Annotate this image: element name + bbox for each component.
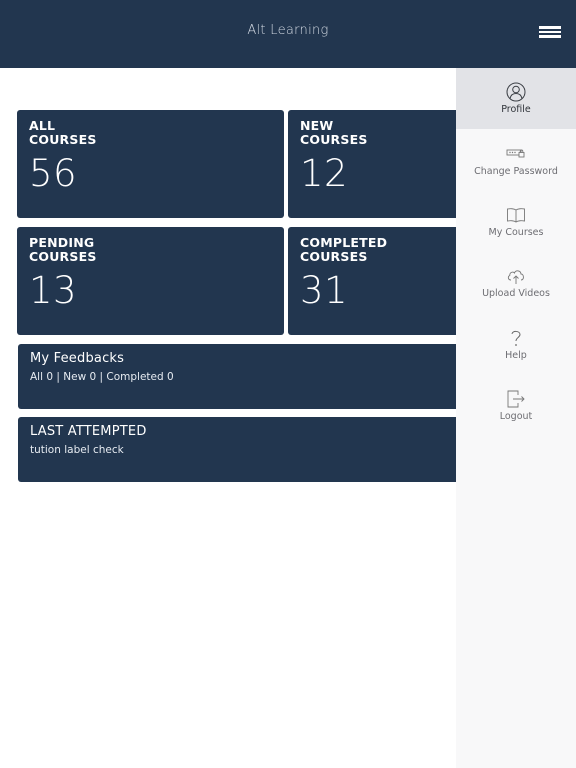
completed-courses-count: 31 <box>300 269 349 312</box>
sidebar-item-label: Logout <box>499 411 533 422</box>
last-attempted-title: LAST ATTEMPTED <box>30 424 147 439</box>
sidebar-item-label: Help <box>505 350 527 361</box>
feedbacks-summary: All 0 | New 0 | Completed 0 <box>30 371 174 383</box>
my-feedbacks-card[interactable]: My Feedbacks All 0 | New 0 | Completed 0 <box>18 344 456 409</box>
new-courses-count: 12 <box>300 152 349 195</box>
pending-courses-label: PENDING COURSES <box>29 235 97 264</box>
sidebar-item-profile[interactable]: Profile <box>456 68 576 129</box>
sidebar-item-upload-videos[interactable]: Upload Videos <box>456 252 576 313</box>
sidebar-item-logout[interactable]: Logout <box>456 375 576 436</box>
pending-courses-count: 13 <box>29 269 78 312</box>
sidebar-item-my-courses[interactable]: My Courses <box>456 191 576 252</box>
password-icon <box>506 149 525 158</box>
dashboard: ALL COURSES 56 NEW COURSES 12 PENDING COURS… <box>0 68 456 768</box>
side-menu: Profile Change Password My Courses Uploa… <box>456 68 576 768</box>
completed-courses-label: COMPLETED COURSES <box>300 235 388 264</box>
last-attempted-card[interactable]: LAST ATTEMPTED tution label check <box>18 417 456 482</box>
all-courses-count: 56 <box>29 152 78 195</box>
pending-courses-card[interactable]: PENDING COURSES 13 <box>17 227 284 335</box>
help-icon <box>511 330 521 346</box>
profile-icon <box>506 82 526 102</box>
all-courses-card[interactable]: ALL COURSES 56 <box>17 110 284 218</box>
completed-courses-card[interactable]: COMPLETED COURSES 31 <box>288 227 456 335</box>
sidebar-item-label: Change Password <box>474 166 558 177</box>
all-courses-label: ALL COURSES <box>29 118 97 147</box>
new-courses-card[interactable]: NEW COURSES 12 <box>288 110 456 218</box>
hamburger-menu-icon[interactable] <box>539 25 561 39</box>
sidebar-item-label: Upload Videos <box>482 288 550 299</box>
app-title: Alt Learning <box>247 23 329 38</box>
sidebar-item-help[interactable]: Help <box>456 314 576 375</box>
sidebar-item-change-password[interactable]: Change Password <box>456 130 576 191</box>
new-courses-label: NEW COURSES <box>300 118 368 147</box>
sidebar-item-label: My Courses <box>488 227 544 238</box>
feedbacks-title: My Feedbacks <box>30 351 125 366</box>
app-header: Alt Learning <box>0 0 576 68</box>
book-icon <box>507 208 525 223</box>
logout-icon <box>507 390 525 408</box>
last-attempted-course: tution label check <box>30 444 124 456</box>
cloud-upload-icon <box>507 270 524 284</box>
sidebar-item-label: Profile <box>501 104 531 115</box>
